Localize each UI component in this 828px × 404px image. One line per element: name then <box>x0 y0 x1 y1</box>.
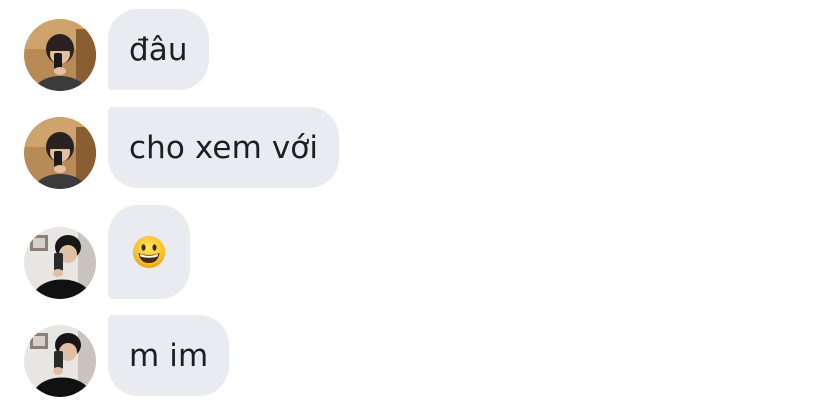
message-text: đâu <box>129 31 188 68</box>
message-text: m im <box>129 337 209 374</box>
message-bubble[interactable]: cho xem với <box>108 107 340 188</box>
chat-thread: đâu cho xem với m im <box>0 0 828 404</box>
message-bubble[interactable]: đâu <box>108 9 209 90</box>
avatar[interactable] <box>24 117 96 189</box>
avatar[interactable] <box>24 227 96 299</box>
message-text: cho xem với <box>129 129 319 166</box>
avatar[interactable] <box>24 325 96 397</box>
grinning-face-emoji <box>132 235 166 269</box>
grinning-face-icon <box>133 236 165 268</box>
avatar[interactable] <box>24 19 96 91</box>
message-bubble[interactable]: m im <box>108 315 230 396</box>
message-bubble[interactable] <box>108 205 190 299</box>
